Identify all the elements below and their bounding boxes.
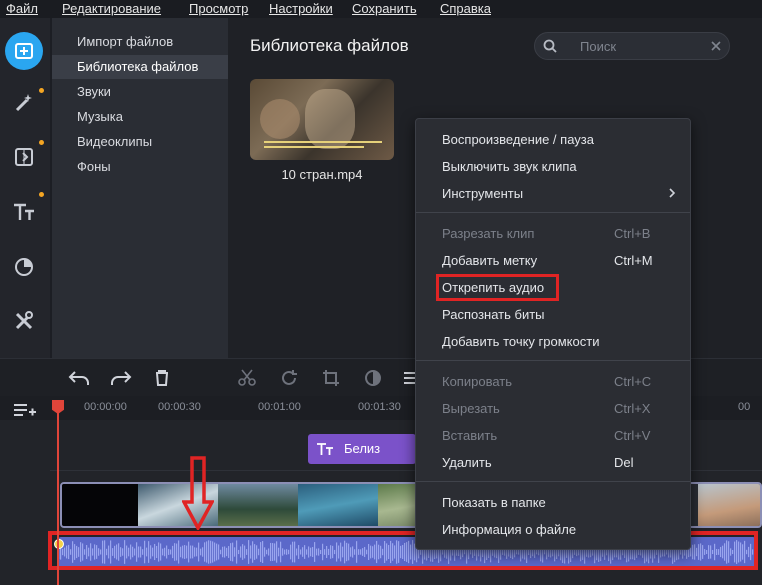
shortcut-paste: Ctrl+V [614,428,651,443]
trash-icon[interactable] [154,369,170,387]
titles-tool-button[interactable] [5,193,43,231]
menu-separator [416,212,690,213]
highlight-box-detach-audio [436,274,559,301]
menu-view[interactable]: Просмотр [189,1,248,16]
menu-item-cut: Вырезать [442,401,500,416]
page-title: Библиотека файлов [250,36,409,55]
scissors-icon[interactable] [238,369,256,387]
import-icon [15,43,33,59]
nav-backgrounds[interactable]: Фоны [52,155,228,179]
menu-item-play-pause[interactable]: Воспроизведение / пауза [442,132,594,147]
menu-item-delete[interactable]: Удалить [442,455,492,470]
shortcut-cut: Ctrl+X [614,401,651,416]
menu-separator [416,481,690,482]
nav-file-library[interactable]: Библиотека файлов [52,55,228,79]
tools-icon [15,311,33,330]
menu-item-split-clip: Разрезать клип [442,226,535,241]
left-toolbar [0,18,50,358]
filter-icon [15,258,33,276]
import-tool-button[interactable] [5,32,43,70]
menu-bar: Файл Редактирование Просмотр Настройки С… [0,0,762,18]
shortcut-split-clip: Ctrl+B [614,226,651,241]
annotation-arrow [182,456,214,530]
rotate-icon[interactable] [280,369,298,387]
menu-save[interactable]: Сохранить [352,1,417,16]
chevron-right-icon [669,188,676,198]
titles-icon [14,203,34,220]
ruler-tick: 00 [738,401,751,413]
ruler-tick: 00:01:00 [258,401,301,413]
search-box[interactable]: Поиск [534,32,730,60]
magic-wand-icon [15,94,32,112]
add-track-icon[interactable] [14,402,36,418]
menu-settings[interactable]: Настройки [269,1,333,16]
undo-icon[interactable] [68,369,90,387]
library-nav: Импорт файлов Библиотека файлов Звуки Му… [52,18,228,358]
menu-item-tools[interactable]: Инструменты [442,186,523,201]
nav-music[interactable]: Музыка [52,105,228,129]
search-input[interactable]: Поиск [580,39,616,54]
effects-tool-button[interactable] [5,84,43,122]
shortcut-add-marker: Ctrl+M [614,253,653,268]
menu-item-paste: Вставить [442,428,498,443]
menu-item-copy: Копировать [442,374,512,389]
titles-icon [317,443,333,455]
redo-icon[interactable] [110,369,132,387]
notification-dot [39,88,44,93]
transitions-tool-button[interactable] [5,138,43,176]
shortcut-delete: Del [614,455,634,470]
menu-item-add-marker[interactable]: Добавить метку [442,253,537,268]
nav-videoclips[interactable]: Видеоклипы [52,130,228,154]
title-clip-label: Белиз [344,441,381,456]
ruler-tick: 00:00:00 [84,401,127,413]
menu-item-file-info[interactable]: Информация о файле [442,522,576,537]
crop-icon[interactable] [322,369,340,387]
menu-item-show-in-folder[interactable]: Показать в папке [442,495,546,510]
file-thumbnail[interactable] [250,79,394,160]
nav-import[interactable]: Импорт файлов [52,30,228,54]
ruler-tick: 00:01:30 [358,401,401,413]
notification-dot [39,192,44,197]
color-adjust-icon[interactable] [364,369,382,387]
playhead[interactable] [57,400,59,585]
menu-separator [416,360,690,361]
title-clip[interactable]: Белиз [308,434,416,464]
tools-tool-button[interactable] [5,302,43,340]
menu-item-detect-beats[interactable]: Распознать биты [442,307,545,322]
audio-volume-point[interactable] [54,539,64,549]
nav-sounds[interactable]: Звуки [52,80,228,104]
notification-dot [39,140,44,145]
menu-item-add-volume-point[interactable]: Добавить точку громкости [442,334,599,349]
clear-icon[interactable] [711,41,721,51]
transition-icon [15,148,33,166]
menu-help[interactable]: Справка [440,1,491,16]
menu-edit[interactable]: Редактирование [62,1,161,16]
shortcut-copy: Ctrl+C [614,374,652,389]
search-icon [543,39,557,53]
menu-item-mute-clip[interactable]: Выключить звук клипа [442,159,577,174]
filters-tool-button[interactable] [5,248,43,286]
ruler-tick: 00:00:30 [158,401,201,413]
menu-file[interactable]: Файл [6,1,38,16]
context-menu: Воспроизведение / пауза Выключить звук к… [415,118,691,550]
file-name: 10 стран.mp4 [281,167,363,182]
